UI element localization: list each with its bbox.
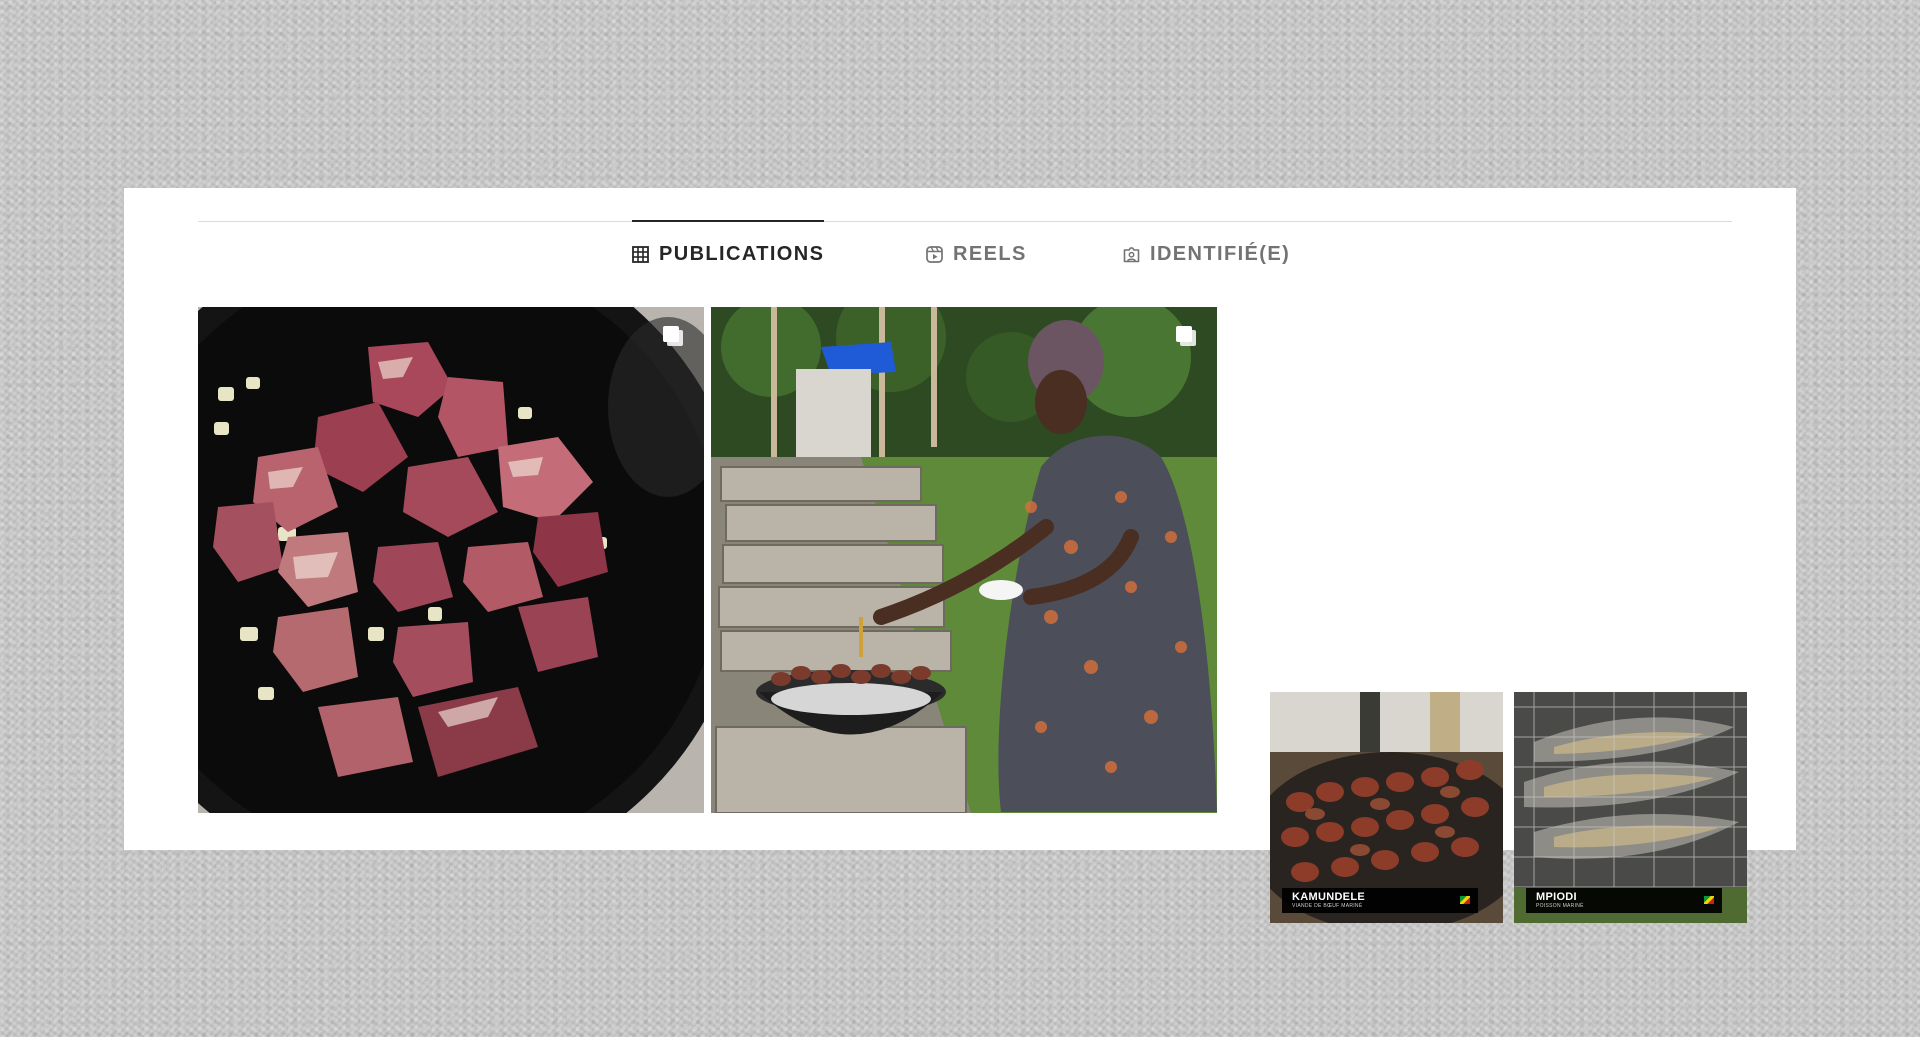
thumbnail-mpiodi[interactable]: MPIODI POISSON MARINÉ (1514, 692, 1747, 923)
tab-publications-label: PUBLICATIONS (659, 242, 825, 265)
thumbnail-caption: MPIODI POISSON MARINÉ (1526, 888, 1722, 913)
carousel-icon (663, 326, 683, 346)
tab-identifie-label: IDENTIFIÉ(E) (1150, 242, 1291, 265)
thumbnail-title: KAMUNDELE (1292, 891, 1365, 903)
reels-icon (926, 245, 943, 263)
thumbnail-subtitle: VIANDE DE BŒUF MARINÉ (1292, 903, 1363, 909)
thumbnail-kamundele[interactable]: KAMUNDELE VIANDE DE BŒUF MARINÉ (1270, 692, 1503, 923)
post-tile-grilling[interactable] (711, 307, 1217, 813)
post-tile-meat-pot[interactable] (198, 307, 704, 813)
thumbnail-caption: KAMUNDELE VIANDE DE BŒUF MARINÉ (1282, 888, 1478, 913)
tab-identifie[interactable]: IDENTIFIÉ(E) (1123, 221, 1290, 287)
tab-publications[interactable]: PUBLICATIONS (632, 220, 825, 287)
grid-icon (632, 245, 649, 263)
thumbnail-subtitle: POISSON MARINÉ (1536, 903, 1584, 909)
meat-pot-image (198, 307, 704, 813)
tagged-icon (1123, 246, 1140, 262)
thumbnail-title: MPIODI (1536, 891, 1577, 903)
congo-flag-icon (1704, 896, 1714, 904)
congo-flag-icon (1460, 896, 1470, 904)
carousel-icon (1176, 326, 1196, 346)
grilling-image (711, 307, 1217, 813)
tab-reels-label: REELS (953, 242, 1027, 265)
tab-reels[interactable]: REELS (926, 221, 1027, 287)
